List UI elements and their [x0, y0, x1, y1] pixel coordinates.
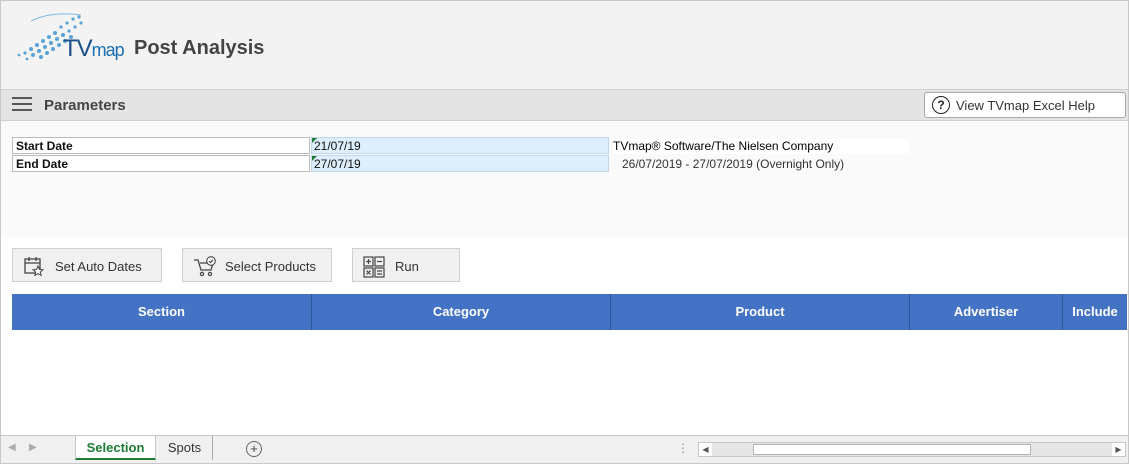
column-header-advertiser[interactable]: Advertiser: [910, 294, 1063, 330]
set-auto-dates-label: Set Auto Dates: [55, 259, 142, 274]
tab-selection[interactable]: Selection: [75, 436, 156, 460]
green-triangle-indicator: [312, 156, 317, 161]
sheet-tab-bar: ◀ ▶ Selection Spots + ⋮ ◀ ▶: [1, 435, 1128, 463]
view-help-button[interactable]: ? View TVmap Excel Help: [924, 92, 1126, 118]
column-header-category[interactable]: Category: [312, 294, 611, 330]
end-date-value: 27/07/19: [314, 157, 361, 171]
start-date-cell[interactable]: 21/07/19: [311, 137, 609, 154]
sheet-prev-arrow-icon[interactable]: ◀: [8, 442, 16, 453]
column-header-section[interactable]: Section: [12, 294, 312, 330]
selection-table-header: Section Category Product Advertiser Incl…: [12, 294, 1127, 330]
splitter-dots-icon[interactable]: ⋮: [677, 441, 689, 455]
help-button-label: View TVmap Excel Help: [956, 98, 1095, 113]
calculator-icon: [363, 256, 385, 278]
buttons-area: [1, 237, 1128, 294]
column-header-product[interactable]: Product: [611, 294, 910, 330]
green-triangle-indicator: [312, 138, 317, 143]
question-circle-icon: ?: [932, 96, 950, 114]
scrollbar-thumb[interactable]: [753, 444, 1031, 455]
logo-text-main: TV: [63, 35, 93, 62]
set-auto-dates-button[interactable]: Set Auto Dates: [12, 248, 162, 282]
horizontal-scrollbar[interactable]: ◀ ▶: [698, 442, 1126, 457]
page-title: Post Analysis: [134, 37, 265, 59]
logo-text-small: map: [91, 40, 125, 60]
tab-spots[interactable]: Spots: [157, 436, 213, 460]
select-products-label: Select Products: [225, 259, 317, 274]
overnight-range-text: 26/07/2019 - 27/07/2019 (Overnight Only): [622, 157, 845, 171]
sheet-next-arrow-icon[interactable]: ▶: [29, 442, 37, 453]
add-sheet-icon[interactable]: +: [246, 441, 262, 457]
logo-text: TVmap: [63, 35, 125, 63]
parameters-bar: Parameters ? View TVmap Excel Help: [1, 89, 1128, 121]
select-products-button[interactable]: Select Products: [182, 248, 332, 282]
end-date-label: End Date: [12, 155, 310, 172]
hamburger-menu-icon[interactable]: [12, 97, 32, 113]
calendar-star-icon: [24, 257, 45, 276]
column-header-include[interactable]: Include: [1063, 294, 1127, 330]
app-header: TVmap Post Analysis: [1, 1, 1128, 89]
run-button[interactable]: Run: [352, 248, 460, 282]
start-date-label: Start Date: [12, 137, 310, 154]
scroll-left-icon[interactable]: ◀: [699, 443, 712, 456]
scroll-right-icon[interactable]: ▶: [1112, 443, 1125, 456]
run-label: Run: [395, 259, 419, 274]
cart-check-icon: [194, 256, 216, 277]
end-date-cell[interactable]: 27/07/19: [311, 155, 609, 172]
credit-text: TVmap® Software/The Nielsen Company: [613, 139, 909, 154]
parameters-label: Parameters: [44, 97, 126, 114]
start-date-value: 21/07/19: [314, 139, 361, 153]
